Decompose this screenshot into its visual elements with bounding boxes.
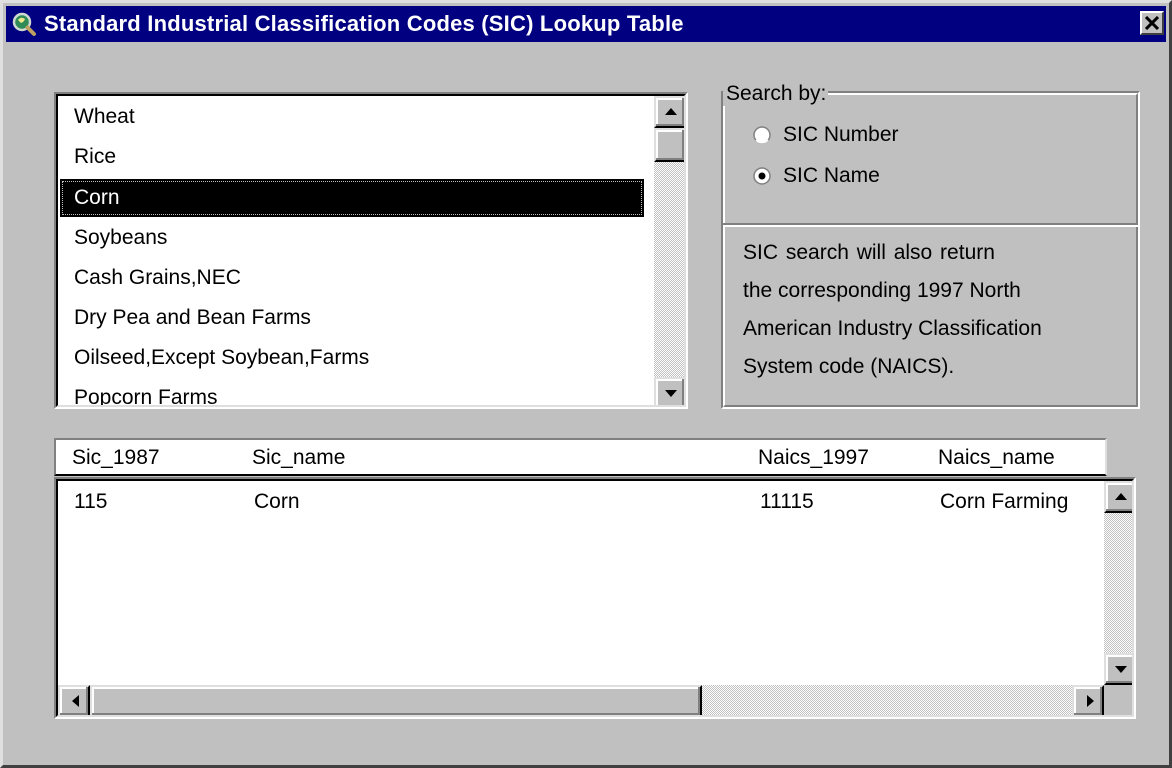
naics-note-line: System code (NAICS). [743,355,955,378]
radio-sic-number-label: SIC Number [783,123,899,146]
arrow-right-icon [1087,695,1094,707]
arrow-down-icon [1115,666,1127,673]
radio-unchecked-icon[interactable] [753,126,771,144]
scrollbar-corner [1104,685,1132,715]
naics-note-line: the corresponding 1997 North [743,279,1021,302]
cell-sic-1987: 115 [74,490,108,513]
list-item-selected[interactable]: Corn [60,179,644,217]
grid-scroll-up-button[interactable] [1104,481,1132,513]
cell-naics-1997: 11115 [760,490,814,513]
list-item[interactable]: Soybeans [60,219,644,257]
scroll-right-button[interactable] [1072,685,1104,715]
naics-note-line: American Industry Classification [743,317,1042,340]
column-header-sic-name[interactable]: Sic_name [252,440,345,476]
list-item[interactable]: Cash Grains,NEC [60,259,644,297]
search-by-label: Search by: [723,82,829,106]
list-item[interactable]: Dry Pea and Bean Farms [60,299,644,337]
arrow-left-icon [72,695,79,707]
results-header: Sic_1987 Sic_name Naics_1997 Naics_name [54,438,1107,476]
group-divider [723,223,1138,227]
list-item[interactable]: Oilseed,Except Soybean,Farms [60,339,644,377]
column-header-sic-1987[interactable]: Sic_1987 [72,440,160,476]
list-vertical-scrollbar[interactable] [654,96,684,405]
close-icon [1145,16,1159,30]
sic-list[interactable]: Wheat Rice Corn Soybeans Cash Grains,NEC… [54,92,688,409]
radio-sic-name-label: SIC Name [783,164,880,187]
naics-note-line: SIC search will also return [743,241,995,264]
grid-vertical-scrollbar[interactable] [1104,481,1132,685]
results-grid[interactable]: 115 Corn 11115 Corn Farming [54,477,1136,719]
list-item[interactable]: Wheat [60,98,644,136]
radio-checked-icon[interactable] [753,167,771,185]
list-item[interactable]: Rice [60,138,644,176]
cell-sic-name: Corn [254,490,300,513]
sic-lookup-window: Standard Industrial Classification Codes… [0,0,1172,768]
scroll-down-button[interactable] [654,377,684,405]
arrow-up-icon [1115,493,1127,500]
scroll-left-button[interactable] [58,685,90,715]
window-title: Standard Industrial Classification Codes… [44,11,684,36]
column-header-naics-1997[interactable]: Naics_1997 [758,440,869,476]
column-header-naics-name[interactable]: Naics_name [938,440,1055,476]
title-bar[interactable]: Standard Industrial Classification Codes… [6,6,1166,42]
horizontal-scroll-thumb[interactable] [90,685,702,715]
sic-list-viewport: Wheat Rice Corn Soybeans Cash Grains,NEC… [58,96,646,405]
grid-scroll-down-button[interactable] [1104,653,1132,685]
arrow-down-icon [665,390,677,397]
globe-magnifier-icon [12,12,36,36]
close-button[interactable] [1140,11,1164,35]
arrow-up-icon [665,108,677,115]
list-item[interactable]: Popcorn Farms [60,379,644,405]
cell-naics-name: Corn Farming [940,490,1069,513]
scroll-up-button[interactable] [654,96,684,128]
scroll-thumb[interactable] [654,128,684,162]
grid-horizontal-scrollbar[interactable] [58,685,1104,715]
